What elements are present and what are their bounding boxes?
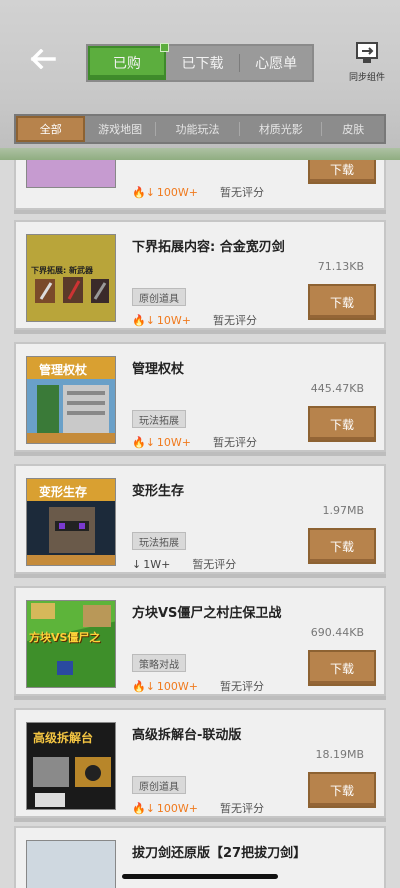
arrow-left-icon [30,49,56,69]
item-tag: 策略对战 [132,654,186,672]
item-size: 690.44KB [310,626,364,639]
item-stats: ↓ 1W+ 暂无评分 [132,556,236,572]
item-tag: 玩法拓展 [132,410,186,428]
item-stats: 🔥 ↓ 100W+ 暂无评分 [132,678,264,694]
item-tag: 原创道具 [132,776,186,794]
category-skins[interactable]: 皮肤 [322,116,384,142]
fire-icon: 🔥 [132,679,146,693]
download-button[interactable]: 下载 [308,284,376,320]
rating-text: 暂无评分 [220,680,265,693]
item-thumbnail: 高级拆解台 [26,722,116,810]
category-game-maps[interactable]: 游戏地图 [85,116,154,142]
thumbnail-caption: 下界拓展: 新武器 [31,266,93,275]
tab-label: 已下载 [181,56,224,72]
download-arrow-icon: ↓ [145,801,155,815]
thumbnail-caption: 变形生存 [39,485,88,499]
item-title: 管理权杖 [132,362,185,377]
thumbnail-caption: 高级拆解台 [33,731,94,745]
monitor-sync-icon [356,42,378,63]
item-stats: 🔥 ↓ 10W+ 暂无评分 [132,434,257,450]
item-thumbnail: 方块VS僵尸之 [26,600,116,688]
download-arrow-icon: ↓ [132,557,142,571]
item-thumbnail: 管理权杖 [26,356,116,444]
list-item[interactable]: 下界拓展: 新武器 下界拓展内容: 合金宽刃剑 71.13KB 原创道具 🔥 ↓… [14,220,386,330]
item-size: 18.19MB [315,748,364,761]
rating-text: 暂无评分 [192,558,237,571]
download-arrow-icon: ↓ [145,435,155,449]
list-item[interactable]: 管理权杖 管理权杖 445.47KB 玩法拓展 🔥 ↓ 10W+ 暂无评分 下载 [14,342,386,452]
item-title: 拔刀剑还原版【27把拔刀剑】 [132,846,307,861]
item-size: 1.97MB [322,504,364,517]
weapon-thumbnail-art [27,235,115,321]
category-bar: 全部 游戏地图 功能玩法 材质光影 皮肤 [14,114,386,144]
item-tag: 原创道具 [132,288,186,306]
download-arrow-icon: ↓ [145,679,155,693]
tab-label: 已购 [112,56,141,72]
rating-text: 暂无评分 [220,186,265,199]
top-tab-group: 已购 已下载 心愿单 [86,43,314,82]
fire-icon: 🔥 [132,185,146,199]
item-size: 71.13KB [317,260,364,273]
item-thumbnail [26,840,116,888]
item-thumbnail: 变形生存 [26,478,116,566]
category-textures-shaders[interactable]: 材质光影 [240,116,321,142]
download-arrow-icon: ↓ [145,185,155,199]
back-button[interactable] [28,44,58,74]
item-stats: 🔥 ↓ 10W+ 暂无评分 [132,312,257,328]
tab-purchased[interactable]: 已购 [88,43,169,80]
list-item[interactable]: 方块VS僵尸之 方块VS僵尸之村庄保卫战 690.44KB 策略对战 🔥 ↓ 1… [14,586,386,696]
fire-icon: 🔥 [132,801,146,815]
home-indicator[interactable] [122,874,278,879]
download-count: 1W+ [143,557,171,571]
tab-label: 心愿单 [255,56,298,72]
category-all[interactable]: 全部 [16,116,86,142]
thumbnail-caption: 方块VS僵尸之 [29,631,101,644]
fire-icon: 🔥 [132,435,146,449]
item-size: 445.47KB [310,382,364,395]
list-item[interactable]: 变形生存 变形生存 1.97MB 玩法拓展 ↓ 1W+ 暂无评分 下载 [14,464,386,574]
download-arrow-icon: ↓ [145,313,155,327]
item-title: 下界拓展内容: 合金宽刃剑 [132,240,285,255]
rating-text: 暂无评分 [220,802,265,815]
sync-components-button[interactable]: 同步组件 [346,42,388,83]
top-header: 已购 已下载 心愿单 同步组件 全部 游戏地图 功能玩法 材质光影 皮肤 [0,0,400,160]
item-title: 方块VS僵尸之村庄保卫战 [132,606,282,621]
item-stats: 🔥 ↓ 100W+ 暂无评分 [132,800,264,816]
download-button[interactable]: 下载 [308,650,376,686]
download-count: 100W+ [156,679,199,693]
list-item[interactable]: 高级拆解台 高级拆解台-联动版 18.19MB 原创道具 🔥 ↓ 100W+ 暂… [14,708,386,818]
download-count: 10W+ [156,313,192,327]
tab-downloaded[interactable]: 已下载 [166,46,240,80]
thumbnail-caption: 管理权杖 [39,363,88,377]
download-button[interactable]: 下载 [308,528,376,564]
download-count: 10W+ [156,435,192,449]
item-title: 变形生存 [132,484,185,499]
download-button[interactable]: 下载 [308,772,376,808]
item-tag: 玩法拓展 [132,532,186,550]
rating-text: 暂无评分 [213,314,258,327]
category-gameplay[interactable]: 功能玩法 [156,116,239,142]
download-count: 100W+ [156,185,199,199]
sync-label: 同步组件 [348,73,385,83]
tab-wishlist[interactable]: 心愿单 [240,46,312,80]
item-stats: 🔥 ↓ 100W+ 暂无评分 [132,184,264,200]
fire-icon: 🔥 [132,313,146,327]
rating-text: 暂无评分 [213,436,258,449]
download-button[interactable]: 下载 [308,406,376,442]
download-count: 100W+ [156,801,199,815]
item-title: 高级拆解台-联动版 [132,728,242,743]
item-thumbnail: 下界拓展: 新武器 [26,234,116,322]
